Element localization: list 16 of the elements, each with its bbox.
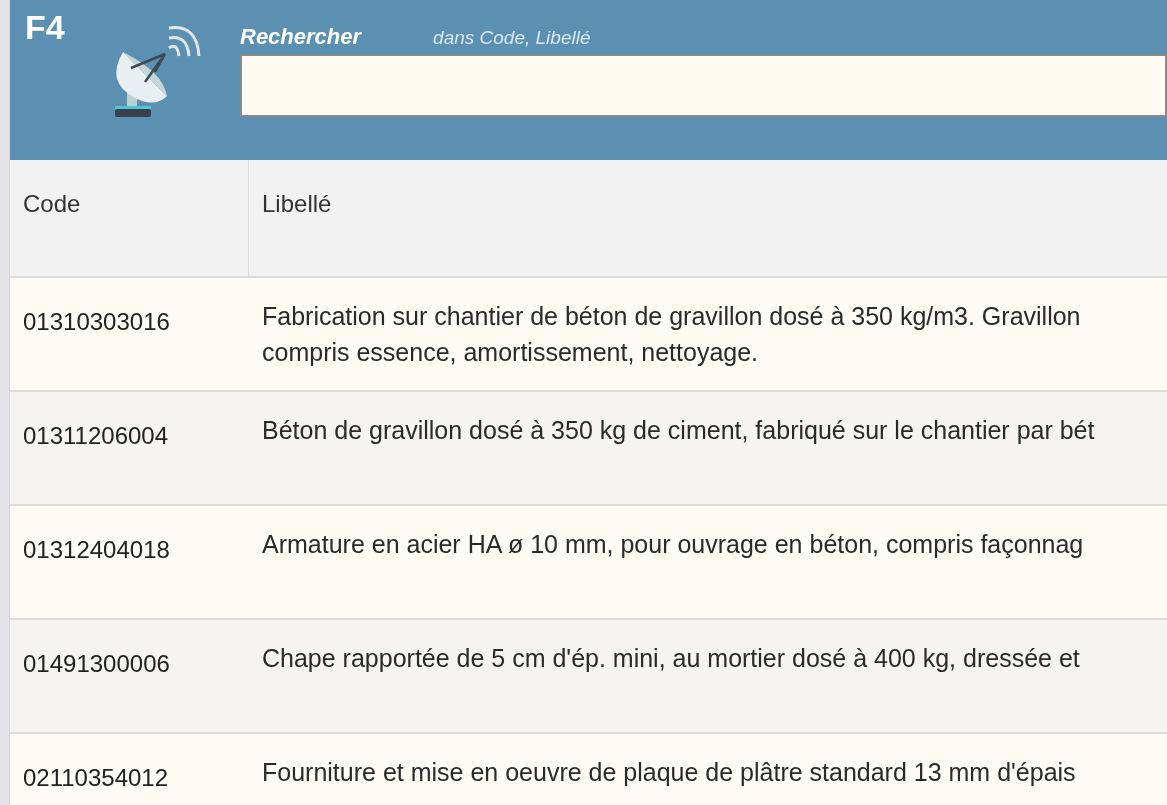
label-cell-text: Fourniture et mise en oeuvre de plaque de plâtre standard 13 mm d'épais xyxy=(262,757,1076,788)
search-scope-hint: dans Code, Libellé xyxy=(433,26,591,50)
search-label: Rechercher xyxy=(240,23,362,51)
label-cell-text: Fabrication sur chantier de béton de gravillon dosé à 350 kg/m3. Gravillon compris essence, amortissement, nettoyage. xyxy=(262,301,1081,368)
column-header[interactable]: Code xyxy=(10,160,249,276)
code-cell: 02110354012 xyxy=(23,764,169,791)
search-field[interactable] xyxy=(240,54,1167,117)
code-cell: 01312404018 xyxy=(23,536,170,563)
code-cell: 01310303016 xyxy=(23,308,170,335)
shortcut-label: F4 xyxy=(25,8,65,46)
label-cell-text: Chape rapportée de 5 cm d'ép. mini, au mortier dosé à 400 kg, dressée et xyxy=(262,643,1080,674)
code-cell: 01311206004 xyxy=(23,422,169,449)
column-header[interactable]: Libellé xyxy=(249,160,1167,276)
label-cell-text: Béton de gravillon dosé à 350 kg de ciment, fabriqué sur le chantier par bét xyxy=(262,415,1095,446)
code-cell: 01491300006 xyxy=(23,650,170,677)
label-cell-text: Armature en acier HA ø 10 mm, pour ouvrage en béton, compris façonnag xyxy=(262,529,1084,560)
